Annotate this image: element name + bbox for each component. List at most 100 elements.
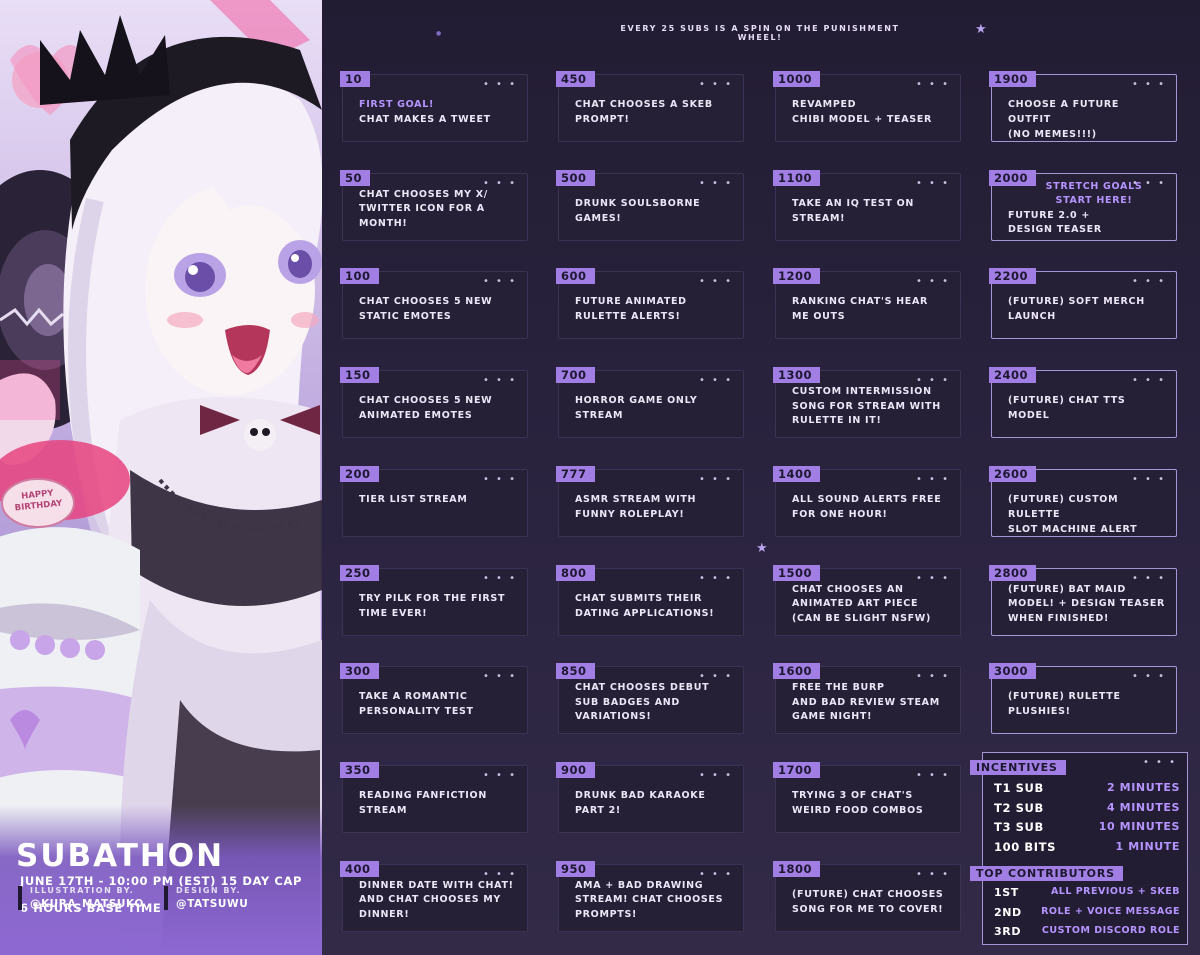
goal-text: CHAT CHOOSES AN ANIMATED ART PIECE (CAN …	[792, 583, 950, 627]
illustration-credit: ILLUSTRATION BY. @KURA_MATSUKO	[18, 886, 144, 910]
goal-card-800: • • • 800 CHAT SUBMITS THEIR DATING APPLIC…	[556, 564, 744, 636]
more-dots-icon: • • •	[698, 375, 733, 387]
incentive-row-value: 10 MINUTES	[1098, 820, 1180, 833]
goal-body-text: (FUTURE) BAT MAID MODEL! + DESIGN TEASER…	[1008, 583, 1166, 624]
goal-body-text: FREE THE BURP AND BAD REVIEW STEAM GAME …	[792, 682, 940, 723]
contributor-row: 3RD CUSTOM DISCORD ROLE	[994, 925, 1180, 943]
goal-body-text: CHAT SUBMITS THEIR DATING APPLICATIONS!	[575, 592, 715, 619]
goal-text: (FUTURE) SOFT MERCH LAUNCH	[1008, 294, 1166, 324]
goal-text: CHAT CHOOSES DEBUT SUB BADGES AND VARIAT…	[575, 681, 733, 725]
goal-card-1300: • • • 1300 CUSTOM INTERMISSION SONG FOR ST…	[773, 367, 961, 439]
goal-body-text: HORROR GAME ONLY STREAM	[575, 395, 698, 422]
goal-number: 1500	[773, 564, 821, 581]
goal-accent-text: FIRST GOAL!	[359, 99, 435, 110]
contributor-row: 1ST ALL PREVIOUS + SKEB	[994, 886, 1180, 904]
design-credit-handle[interactable]: @TATSUWU	[176, 898, 248, 910]
goal-number: 1000	[773, 71, 821, 87]
goal-number: 3000	[989, 663, 1037, 680]
goal-body-text: CHAT CHOOSES A SKEB PROMPT!	[575, 99, 713, 125]
goal-number: 2800	[989, 564, 1037, 581]
goal-body-text: ALL SOUND ALERTS FREE FOR ONE HOUR!	[792, 493, 942, 520]
star-icon: ★	[975, 22, 987, 37]
goal-accent-text: STRETCH GOALS START HERE!	[1045, 180, 1143, 207]
goal-body-text: CHAT CHOOSES AN ANIMATED ART PIECE (CAN …	[792, 583, 932, 624]
more-dots-icon: • • •	[1131, 276, 1166, 288]
goal-text: AMA + BAD DRAWING STREAM! CHAT CHOOSES P…	[575, 879, 733, 923]
goal-number: 1600	[773, 663, 821, 680]
goal-body-text: CHAT MAKES A TWEET	[359, 114, 491, 125]
incentive-row-value: 1 MINUTE	[1115, 839, 1180, 853]
goal-card-10: • • • 10 FIRST GOAL! CHAT MAKES A TWEET	[340, 71, 528, 142]
more-dots-icon: • • •	[698, 572, 733, 584]
goal-number: 150	[340, 367, 379, 384]
goal-body-text: FUTURE ANIMATED RULETTE ALERTS!	[575, 296, 687, 323]
more-dots-icon: • • •	[482, 769, 517, 781]
goal-text: TRY PILK FOR THE FIRST TIME EVER!	[359, 591, 517, 621]
goal-body-text: CHAT CHOOSES 5 NEW ANIMATED EMOTES	[359, 395, 493, 422]
goal-card-1500: • • • 1500 CHAT CHOOSES AN ANIMATED ART PI…	[773, 564, 961, 636]
goal-card-300: • • • 300 TAKE A ROMANTIC PERSONALITY TEST	[340, 663, 528, 735]
goal-body-text: TAKE A ROMANTIC PERSONALITY TEST	[359, 691, 474, 718]
more-dots-icon: • • •	[698, 473, 733, 485]
contributor-row-value: ROLE + VOICE MESSAGE	[1041, 905, 1180, 917]
event-title: SUBATHON	[16, 838, 225, 874]
goal-body-text: (FUTURE) CHAT TTS MODEL	[1008, 395, 1126, 422]
goal-card-2400: • • • 2400 (FUTURE) CHAT TTS MODEL	[989, 367, 1177, 439]
goal-card-1800: • • • 1800 (FUTURE) CHAT CHOOSES SONG FOR …	[773, 860, 961, 932]
goal-card-100: • • • 100 CHAT CHOOSES 5 NEW STATIC EMOTES	[340, 268, 528, 340]
illustration-credit-handle[interactable]: @KURA_MATSUKO	[30, 898, 144, 910]
star-icon: ★	[756, 541, 768, 556]
goal-text: CHAT CHOOSES A SKEB PROMPT!	[575, 97, 733, 127]
goal-number: 100	[340, 268, 379, 285]
goal-number: 2200	[989, 268, 1037, 285]
goal-number: 50	[340, 169, 371, 186]
incentive-row-value: 4 MINUTES	[1106, 800, 1180, 814]
goal-card-150: • • • 150 CHAT CHOOSES 5 NEW ANIMATED EMOT…	[340, 367, 528, 439]
goal-text: ALL SOUND ALERTS FREE FOR ONE HOUR!	[792, 492, 950, 522]
more-dots-icon: • • •	[482, 79, 517, 90]
contributors-title: TOP CONTRIBUTORS	[970, 866, 1123, 881]
goal-text: FUTURE ANIMATED RULETTE ALERTS!	[575, 294, 733, 324]
goal-number: 500	[556, 169, 595, 186]
goal-body-text: (FUTURE) CUSTOM RULETTE SLOT MACHINE ALE…	[1008, 493, 1138, 535]
goal-body-text: DRUNK SOULSBORNE GAMES!	[575, 197, 701, 224]
illustration-credit-label: ILLUSTRATION BY.	[30, 886, 135, 895]
goal-text: HORROR GAME ONLY STREAM	[575, 393, 733, 423]
goal-number: 300	[340, 663, 379, 680]
goal-text: DINNER DATE WITH CHAT! AND CHAT CHOOSES …	[359, 879, 517, 923]
goal-card-500: • • • 500 DRUNK SOULSBORNE GAMES!	[556, 169, 744, 241]
goal-card-850: • • • 850 CHAT CHOOSES DEBUT SUB BADGES AN…	[556, 663, 744, 735]
goal-number: 450	[556, 71, 595, 87]
goal-card-777: • • • 777 ASMR STREAM WITH FUNNY ROLEPLAY!	[556, 465, 744, 537]
goal-card-3000: • • • 3000 (FUTURE) RULETTE PLUSHIES!	[989, 663, 1177, 735]
goal-number: 250	[340, 564, 379, 581]
goal-text: RANKING CHAT'S HEAR ME OUTS	[792, 294, 950, 324]
more-dots-icon: • • •	[1142, 757, 1177, 768]
goal-body-text: TRY PILK FOR THE FIRST TIME EVER!	[359, 592, 506, 619]
goal-card-1600: • • • 1600 FREE THE BURP AND BAD REVIEW ST…	[773, 663, 961, 735]
more-dots-icon: • • •	[1131, 79, 1166, 90]
goal-text: CHAT CHOOSES 5 NEW STATIC EMOTES	[359, 294, 517, 324]
goal-number: 200	[340, 465, 379, 482]
goal-text: CHAT CHOOSES MY X/ TWITTER ICON FOR A MO…	[359, 188, 517, 232]
goal-number: 850	[556, 663, 595, 680]
goal-card-2800: • • • 2800 (FUTURE) BAT MAID MODEL! + DESI…	[989, 564, 1177, 636]
incentive-row-key: T1 SUB	[994, 781, 1044, 795]
contributor-row-key: 2ND	[994, 905, 1022, 919]
goal-card-350: • • • 350 READING FANFICTION STREAM	[340, 761, 528, 833]
more-dots-icon: • • •	[915, 276, 950, 288]
goal-number: 1400	[773, 465, 821, 482]
more-dots-icon: • • •	[482, 276, 517, 288]
goal-text: READING FANFICTION STREAM	[359, 788, 517, 818]
goal-body-text: (FUTURE) RULETTE PLUSHIES!	[1008, 691, 1121, 718]
incentive-row-key: T2 SUB	[994, 800, 1044, 815]
contributor-row: 2ND ROLE + VOICE MESSAGE	[994, 906, 1180, 924]
goal-text: FREE THE BURP AND BAD REVIEW STEAM GAME …	[792, 681, 950, 725]
more-dots-icon: • • •	[1131, 671, 1166, 683]
goal-body-text: TIER LIST STREAM	[359, 493, 468, 505]
more-dots-icon: • • •	[482, 473, 517, 485]
goal-text: (FUTURE) CHAT CHOOSES SONG FOR ME TO COV…	[792, 887, 950, 917]
goal-body-text: READING FANFICTION STREAM	[359, 789, 487, 816]
goal-number: 900	[556, 761, 595, 778]
more-dots-icon: • • •	[1131, 375, 1166, 387]
